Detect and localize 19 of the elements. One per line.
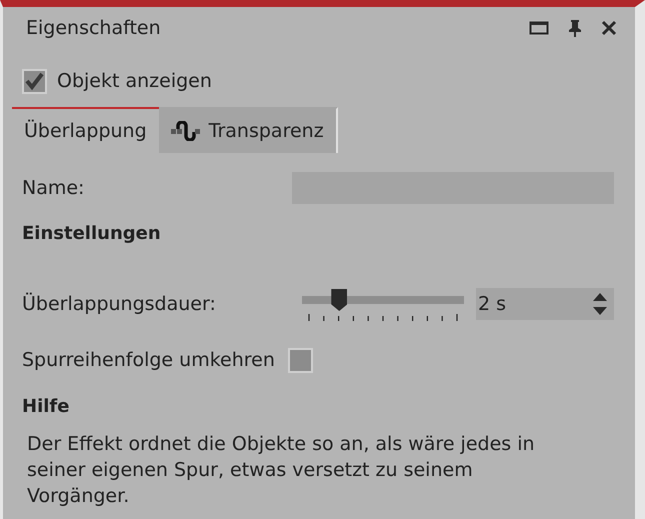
- checkbox-label: Spurreihenfolge umkehren: [22, 349, 275, 371]
- section-heading: Einstellungen: [21, 223, 162, 244]
- field-value: 2 s: [478, 293, 506, 315]
- maximize-icon[interactable]: [529, 20, 549, 36]
- spin-arrows-icon[interactable]: [592, 292, 608, 316]
- slider-track[interactable]: [302, 289, 464, 311]
- pin-icon[interactable]: [567, 19, 583, 37]
- checkbox[interactable]: [22, 68, 47, 94]
- checkbox[interactable]: [288, 348, 313, 372]
- panel-title: Eigenschaften: [26, 17, 161, 39]
- field-label: Überlappungsdauer:: [22, 293, 216, 315]
- spin-field[interactable]: 2 s: [476, 288, 614, 320]
- field-label: Name:: [22, 177, 84, 199]
- slider-thumb[interactable]: [331, 289, 348, 311]
- section-heading: Hilfe: [21, 396, 70, 417]
- help-text: Der Effekt ordnet die Objekte so an, als wäre jedes in seiner eigenen Spur, etwas versetzt zu seinem Vorgänger.: [27, 432, 536, 509]
- tab[interactable]: Transparenz: [158, 107, 338, 153]
- close-icon[interactable]: [601, 20, 617, 36]
- checkbox-label: Objekt anzeigen: [57, 70, 212, 92]
